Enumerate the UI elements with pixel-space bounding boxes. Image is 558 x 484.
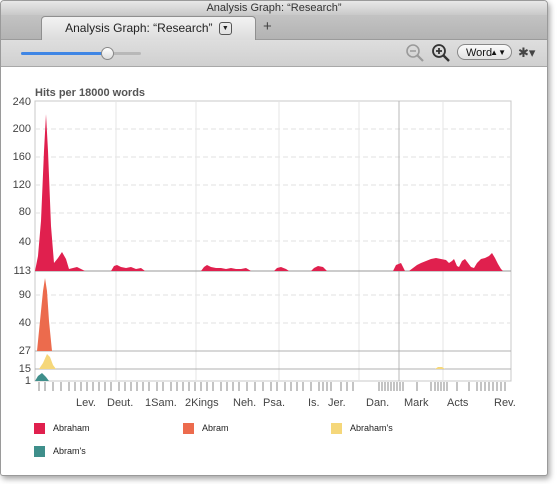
x-tick-label: 1Sam. (145, 397, 177, 409)
legend-label: Abram (202, 423, 229, 433)
x-tick-label: Deut. (107, 397, 134, 409)
legend-swatch (183, 423, 194, 435)
x-tick-label: 2Kings (185, 397, 219, 409)
x-axis-ticks (38, 382, 506, 391)
legend-swatch (331, 423, 342, 435)
series-abrams-area (35, 373, 49, 381)
x-tick-label: Jer. (328, 397, 346, 409)
legend-swatch (34, 446, 45, 458)
legend-swatch (34, 423, 45, 435)
legend-label: Abraham (53, 423, 90, 433)
series-abram-area (37, 278, 52, 351)
legend-item-abrahams[interactable]: Abraham's (331, 423, 393, 435)
x-tick-label: Rev. (494, 397, 516, 409)
x-tick-label: Neh. (233, 397, 257, 409)
x-tick-label: Is. (308, 397, 320, 409)
series-abrahams-area (39, 354, 56, 369)
x-tick-label: Psa. (263, 397, 286, 409)
legend-item-abram[interactable]: Abram (183, 423, 229, 435)
legend-label: Abram's (53, 446, 86, 456)
legend-item-abraham[interactable]: Abraham (34, 423, 90, 435)
legend-item-abrams[interactable]: Abram's (34, 446, 86, 458)
series-abraham-area (35, 114, 503, 271)
analysis-window: Analysis Graph: “Research” Analysis Grap… (0, 0, 548, 476)
x-tick-label: Mark (404, 397, 429, 409)
legend-label: Abraham's (350, 423, 393, 433)
x-tick-label: Acts (447, 397, 469, 409)
x-tick-label: Dan. (366, 397, 390, 409)
x-tick-label: Lev. (76, 397, 96, 409)
